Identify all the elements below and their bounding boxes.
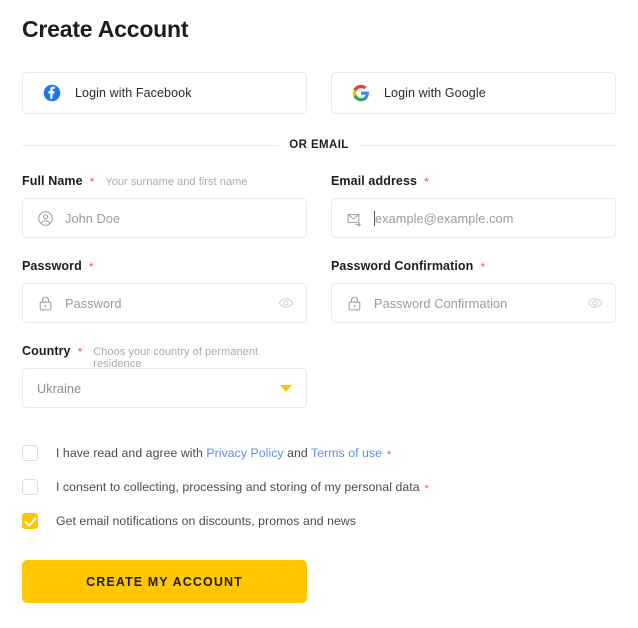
field-country-hint: Choos your country of permanent residenc… [93, 346, 259, 370]
field-email-label: Email address [331, 174, 418, 188]
google-icon [352, 84, 370, 102]
terms-checkbox[interactable] [22, 445, 38, 461]
field-password: Password * Password [22, 259, 307, 323]
terms-checkbox-label: I have read and agree with Privacy Polic… [56, 446, 392, 461]
password-confirmation-input[interactable]: Password Confirmation [331, 283, 616, 323]
envelope-icon [346, 210, 363, 227]
login-with-google-button[interactable]: Login with Google [331, 72, 616, 114]
signup-form: Full Name * Your surname and first name … [22, 174, 616, 429]
divider-label: OR EMAIL [289, 139, 349, 151]
password-confirmation-placeholder: Password Confirmation [374, 295, 508, 311]
field-full-name-label: Full Name [22, 174, 83, 188]
terms-of-use-link[interactable]: Terms of use [311, 446, 382, 460]
field-country-label: Country [22, 344, 71, 358]
field-password-confirmation-label: Password Confirmation [331, 259, 474, 273]
checkbox-row-terms[interactable]: I have read and agree with Privacy Polic… [22, 439, 616, 467]
country-selected-value: Ukraine [37, 380, 82, 396]
chevron-down-icon[interactable] [280, 384, 292, 392]
field-country-head: Country * Choos your country of permanen… [22, 344, 307, 370]
required-asterisk: * [77, 345, 83, 359]
facebook-icon [43, 84, 61, 102]
required-asterisk: * [387, 449, 392, 461]
required-asterisk: * [88, 260, 94, 274]
required-asterisk: * [424, 175, 429, 189]
field-password-confirmation: Password Confirmation * Password Confirm… [331, 259, 616, 323]
full-name-placeholder: John Doe [65, 210, 121, 226]
lock-icon [37, 295, 54, 312]
terms-text-before: I have read and agree with [56, 446, 207, 460]
login-with-facebook-label: Login with Facebook [75, 86, 192, 100]
terms-text-middle: and [283, 446, 312, 460]
create-my-account-button[interactable]: CREATE MY ACCOUNT [22, 560, 307, 603]
personal-data-checkbox[interactable] [22, 479, 38, 495]
password-placeholder: Password [65, 295, 122, 311]
email-notifications-text: Get email notifications on discounts, pr… [56, 514, 356, 528]
checkbox-row-personal-data[interactable]: I consent to collecting, processing and … [22, 473, 616, 501]
divider-line-left [22, 144, 280, 146]
checkbox-row-email-notifications[interactable]: Get email notifications on discounts, pr… [22, 507, 616, 535]
consent-checkbox-group: I have read and agree with Privacy Polic… [22, 439, 616, 535]
create-account-page: Create Account Login with Facebook Login… [0, 0, 638, 628]
email-input[interactable]: example@example.com [331, 198, 616, 238]
email-placeholder: example@example.com [375, 210, 514, 226]
login-with-google-label: Login with Google [384, 86, 486, 100]
login-with-facebook-button[interactable]: Login with Facebook [22, 72, 307, 114]
user-circle-icon [37, 210, 54, 227]
required-asterisk: * [424, 483, 429, 495]
email-notifications-checkbox-label: Get email notifications on discounts, pr… [56, 514, 356, 528]
lock-icon [346, 295, 363, 312]
personal-data-checkbox-label: I consent to collecting, processing and … [56, 480, 429, 495]
field-email-address: Email address * example@example.com [331, 174, 616, 238]
field-full-name-head: Full Name * Your surname and first name [22, 174, 307, 188]
field-email-head: Email address * [331, 174, 616, 188]
eye-icon[interactable] [278, 295, 294, 311]
or-email-divider: OR EMAIL [22, 139, 617, 151]
field-password-label: Password [22, 259, 82, 273]
field-country: Country * Choos your country of permanen… [22, 344, 307, 408]
country-select[interactable]: Ukraine [22, 368, 307, 408]
divider-line-right [358, 144, 617, 146]
page-title: Create Account [22, 16, 189, 42]
eye-icon[interactable] [587, 295, 603, 311]
field-full-name-hint: Your surname and first name [105, 176, 248, 188]
password-input[interactable]: Password [22, 283, 307, 323]
full-name-input[interactable]: John Doe [22, 198, 307, 238]
social-login-row: Login with Facebook Login with Google [22, 72, 616, 114]
required-asterisk: * [89, 175, 95, 189]
field-full-name: Full Name * Your surname and first name … [22, 174, 307, 238]
privacy-policy-link[interactable]: Privacy Policy [206, 446, 283, 460]
field-password-head: Password * [22, 259, 307, 273]
required-asterisk: * [480, 260, 486, 274]
field-password-confirmation-head: Password Confirmation * [331, 259, 616, 273]
email-notifications-checkbox[interactable] [22, 513, 38, 529]
personal-data-text: I consent to collecting, processing and … [56, 480, 420, 494]
